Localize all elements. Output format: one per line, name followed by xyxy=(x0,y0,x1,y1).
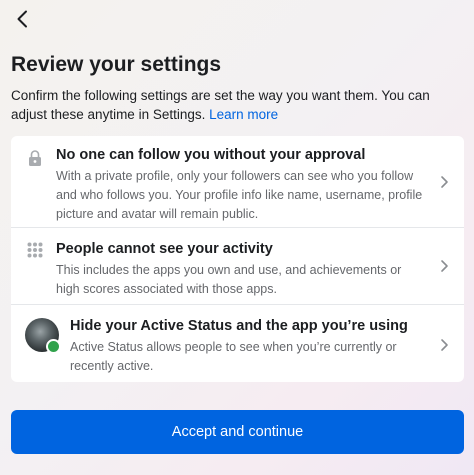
back-button[interactable] xyxy=(10,9,34,33)
chevron-right-icon xyxy=(439,338,449,352)
setting-description: This includes the apps you own and use, … xyxy=(56,263,402,296)
chevron-right-icon xyxy=(439,175,449,189)
setting-title: People cannot see your activity xyxy=(56,241,273,257)
setting-description: With a private profile, only your follow… xyxy=(56,169,423,221)
setting-row-follow-approval[interactable]: No one can follow you without your appro… xyxy=(11,136,464,228)
activity-grid-icon xyxy=(27,242,43,263)
page-title: Review your settings xyxy=(11,53,222,76)
accept-and-continue-button[interactable]: Accept and continue xyxy=(11,410,464,454)
page-subtitle: Confirm the following settings are set t… xyxy=(11,86,461,124)
online-status-dot xyxy=(46,339,61,354)
setting-title: Hide your Active Status and the app you’… xyxy=(70,318,408,334)
lock-icon xyxy=(28,149,42,172)
chevron-right-icon xyxy=(439,259,449,273)
learn-more-link[interactable]: Learn more xyxy=(209,107,278,122)
setting-row-active-status[interactable]: Hide your Active Status and the app you’… xyxy=(11,305,464,382)
chevron-left-icon xyxy=(16,10,28,33)
setting-description: Active Status allows people to see when … xyxy=(70,340,397,373)
setting-row-activity[interactable]: People cannot see your activity This inc… xyxy=(11,228,464,305)
settings-card: No one can follow you without your appro… xyxy=(11,136,464,382)
setting-title: No one can follow you without your appro… xyxy=(56,147,366,163)
